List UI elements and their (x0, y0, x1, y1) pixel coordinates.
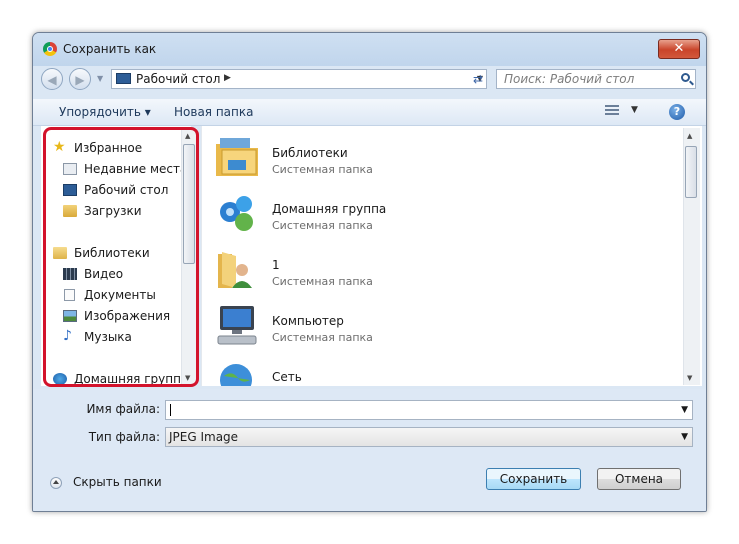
file-name: Домашняя группа (272, 202, 387, 216)
new-folder-button[interactable]: Новая папка (174, 105, 253, 119)
filename-input[interactable]: ▼ (165, 400, 693, 420)
file-type: Системная папка (272, 275, 373, 288)
views-icon[interactable] (605, 105, 619, 117)
file-type: Системная папка (272, 219, 373, 232)
file-name: 1 (272, 258, 280, 272)
close-button[interactable]: ✕ (658, 39, 700, 59)
search-box[interactable]: Поиск: Рабочий стол (496, 69, 696, 89)
file-name: Сеть (272, 370, 302, 384)
filename-label: Имя файла: (86, 402, 160, 416)
search-icon[interactable] (681, 73, 690, 82)
help-icon[interactable]: ? (669, 104, 685, 120)
scroll-up-icon[interactable]: ▲ (687, 132, 692, 140)
filetype-select[interactable]: JPEG Image ▼ (165, 427, 693, 447)
file-list-scrollbar[interactable]: ▲ ▼ (683, 128, 700, 385)
file-type: Системная папка (272, 331, 373, 344)
filetype-label: Тип файла: (88, 430, 160, 444)
file-name: Компьютер (272, 314, 344, 328)
save-as-dialog: Сохранить как ✕ ◀ ▶ ▼ Рабочий стол ▶ ▼ ⇄… (32, 32, 707, 512)
list-item[interactable]: Домашняя группа Системная папка (214, 190, 614, 244)
collapse-up-icon (50, 477, 62, 489)
refresh-icon: ⇄ (472, 72, 484, 86)
search-input[interactable]: Поиск: Рабочий стол (504, 72, 634, 86)
filetype-value: JPEG Image (169, 430, 239, 444)
desktop-icon (116, 73, 131, 84)
highlight-frame (43, 127, 199, 387)
computer-icon (217, 306, 257, 345)
save-button[interactable]: Сохранить (486, 468, 581, 490)
back-button[interactable]: ◀ (41, 68, 63, 90)
homegroup-icon (220, 196, 253, 231)
address-path[interactable]: Рабочий стол (136, 72, 220, 86)
navigation-bar: ◀ ▶ ▼ Рабочий стол ▶ ▼ ⇄ Поиск: Рабочий … (33, 66, 706, 94)
recent-pages-dropdown-icon[interactable]: ▼ (97, 74, 103, 83)
scroll-down-icon[interactable]: ▼ (687, 374, 692, 382)
file-list: Библиотеки Системная папка Домашняя груп… (201, 126, 702, 386)
forward-button[interactable]: ▶ (69, 68, 91, 90)
filetype-dropdown-icon[interactable]: ▼ (681, 428, 688, 446)
list-item[interactable]: 1 Системная папка (214, 246, 614, 300)
list-item[interactable]: Компьютер Системная папка (214, 302, 614, 356)
forward-arrow-icon: ▶ (75, 73, 85, 87)
hide-folders-button[interactable]: Скрыть папки (50, 475, 162, 489)
address-bar[interactable]: Рабочий стол ▶ ▼ (111, 69, 487, 89)
cancel-button[interactable]: Отмена (597, 468, 681, 490)
file-type: Системная папка (272, 163, 373, 176)
network-icon (220, 364, 252, 386)
title-bar: Сохранить как ✕ (33, 33, 706, 66)
command-bar: Упорядочить ▾ Новая папка ▼ ? (33, 99, 706, 126)
libraries-folder-icon (216, 138, 258, 176)
list-item[interactable]: Сеть (214, 358, 614, 386)
chrome-icon (43, 42, 57, 56)
dialog-title: Сохранить как (63, 42, 157, 56)
user-folder-icon (218, 252, 252, 288)
back-arrow-icon: ◀ (47, 73, 57, 87)
text-caret (170, 404, 171, 416)
views-dropdown-icon[interactable]: ▼ (631, 105, 638, 115)
file-name: Библиотеки (272, 146, 348, 160)
organize-button[interactable]: Упорядочить ▾ (59, 105, 151, 119)
refresh-button[interactable]: ⇄ (467, 69, 489, 89)
list-item[interactable]: Библиотеки Системная папка (214, 134, 614, 188)
filename-dropdown-icon[interactable]: ▼ (681, 401, 688, 419)
save-options: Имя файла: ▼ Тип файла: JPEG Image ▼ Скр… (33, 389, 706, 511)
breadcrumb-arrow-icon[interactable]: ▶ (224, 73, 231, 83)
scroll-thumb[interactable] (685, 146, 697, 198)
